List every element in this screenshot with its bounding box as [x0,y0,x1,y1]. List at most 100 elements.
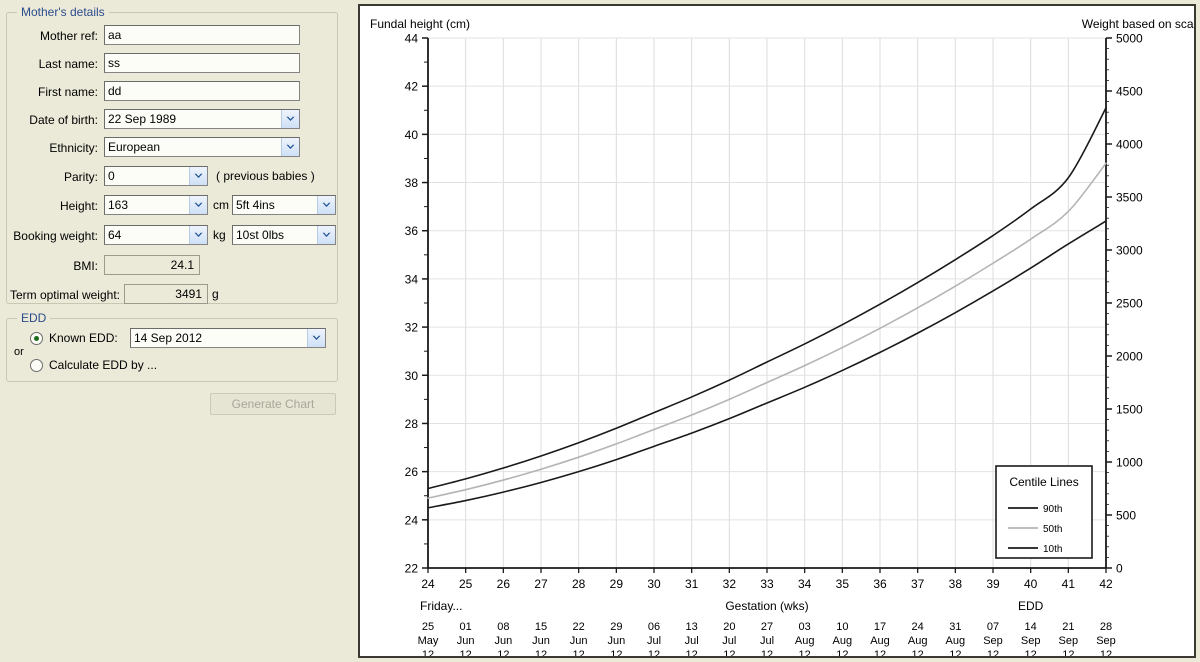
booking-weight-label: Booking weight: [13,229,98,243]
known-edd-combo[interactable]: 14 Sep 2012 [130,328,326,348]
svg-text:32: 32 [405,321,419,335]
height-cm-value: 163 [108,198,129,212]
chevron-down-icon[interactable] [189,226,207,244]
svg-text:33: 33 [760,577,774,591]
chevron-down-icon[interactable] [307,329,325,347]
known-edd-radio-row[interactable]: Known EDD: [30,331,118,345]
svg-text:31: 31 [685,577,699,591]
svg-text:500: 500 [1116,509,1136,523]
svg-text:27: 27 [761,621,773,633]
svg-text:35: 35 [836,577,850,591]
svg-text:31: 31 [949,621,961,633]
chevron-down-icon[interactable] [281,110,299,128]
svg-text:14: 14 [1025,621,1037,633]
svg-text:25: 25 [459,577,473,591]
svg-text:Jul: Jul [685,635,699,647]
first-name-input[interactable]: dd [104,81,300,101]
booking-weight-kg-combo[interactable]: 64 [104,225,208,245]
svg-text:2500: 2500 [1116,297,1143,311]
svg-text:Aug: Aug [946,635,966,647]
svg-text:15: 15 [535,621,547,633]
svg-text:21: 21 [1062,621,1074,633]
svg-text:Friday...: Friday... [420,599,462,613]
svg-text:39: 39 [986,577,1000,591]
ethnicity-label: Ethnicity: [49,141,98,155]
svg-text:0: 0 [1116,562,1123,576]
chevron-down-icon[interactable] [189,196,207,214]
ethnicity-combo[interactable]: European [104,137,300,157]
mothers-details-title: Mother's details [17,5,109,19]
svg-text:Gestation (wks): Gestation (wks) [725,599,808,613]
mother-ref-input[interactable]: aa [104,25,300,45]
svg-text:29: 29 [610,577,624,591]
svg-text:24: 24 [405,513,419,527]
svg-text:24: 24 [421,577,435,591]
date-of-birth-value: 22 Sep 1989 [108,112,177,126]
svg-text:EDD: EDD [1018,599,1044,613]
generate-chart-button[interactable]: Generate Chart [210,393,336,415]
svg-text:Fundal height (cm): Fundal height (cm) [370,17,470,31]
ethnicity-value: European [108,140,161,154]
edd-title: EDD [17,311,51,325]
height-imperial-combo[interactable]: 5ft 4ins [232,195,336,215]
svg-text:42: 42 [1099,577,1113,591]
booking-weight-imperial-value: 10st 0lbs [236,228,285,242]
chevron-down-icon[interactable] [281,138,299,156]
parity-combo[interactable]: 0 [104,166,208,186]
svg-text:Jul: Jul [760,635,774,647]
svg-text:13: 13 [686,621,698,633]
svg-text:30: 30 [405,369,419,383]
svg-text:12: 12 [987,649,999,656]
bmi-value: 24.1 [104,255,200,275]
svg-text:28: 28 [1100,621,1112,633]
last-name-input[interactable]: ss [104,53,300,73]
height-imperial-value: 5ft 4ins [236,198,275,212]
svg-text:May: May [418,635,439,647]
calculate-edd-radio[interactable] [30,358,43,372]
svg-text:34: 34 [405,272,419,286]
svg-text:40: 40 [405,128,419,142]
svg-text:12: 12 [648,649,660,656]
date-of-birth-combo[interactable]: 22 Sep 1989 [104,109,300,129]
svg-text:28: 28 [405,417,419,431]
svg-text:1500: 1500 [1116,403,1143,417]
svg-text:Jun: Jun [494,635,512,647]
svg-text:12: 12 [761,649,773,656]
chevron-down-icon[interactable] [317,196,335,214]
svg-text:12: 12 [497,649,509,656]
parity-suffix: ( previous babies ) [216,169,315,183]
svg-text:08: 08 [497,621,509,633]
svg-text:12: 12 [535,649,547,656]
parity-label: Parity: [63,170,98,184]
growth-chart-panel: 22 24 26 28 30 32 34 36 38 40 42 44 Fundal height (c… [358,4,1196,658]
svg-text:26: 26 [405,465,419,479]
svg-text:38: 38 [949,577,963,591]
svg-text:Jun: Jun [607,635,625,647]
svg-text:Jun: Jun [570,635,588,647]
height-cm-combo[interactable]: 163 [104,195,208,215]
svg-text:36: 36 [405,224,419,238]
svg-text:Jun: Jun [532,635,550,647]
chevron-down-icon[interactable] [317,226,335,244]
svg-text:27: 27 [534,577,548,591]
svg-text:24: 24 [912,621,924,633]
svg-text:Aug: Aug [795,635,815,647]
svg-text:Aug: Aug [870,635,890,647]
booking-weight-unit-label: kg [213,228,226,242]
svg-text:34: 34 [798,577,812,591]
svg-text:12: 12 [836,649,848,656]
known-edd-radio[interactable] [30,331,43,345]
chevron-down-icon[interactable] [189,167,207,185]
edd-or-label: or [14,346,24,358]
svg-text:10th: 10th [1043,544,1062,555]
svg-text:4500: 4500 [1116,85,1143,99]
svg-text:Sep: Sep [1096,635,1116,647]
booking-weight-imperial-combo[interactable]: 10st 0lbs [232,225,336,245]
svg-text:01: 01 [460,621,472,633]
mother-ref-label: Mother ref: [39,29,98,43]
svg-text:37: 37 [911,577,925,591]
last-name-label: Last name: [38,57,98,71]
chart-labels: 222426283032343638404244Fundal height (c… [370,17,1194,656]
mother-details-panel: Mother's details Mother ref: aa Last nam… [0,0,352,662]
calculate-edd-radio-row[interactable]: Calculate EDD by ... [30,358,157,372]
